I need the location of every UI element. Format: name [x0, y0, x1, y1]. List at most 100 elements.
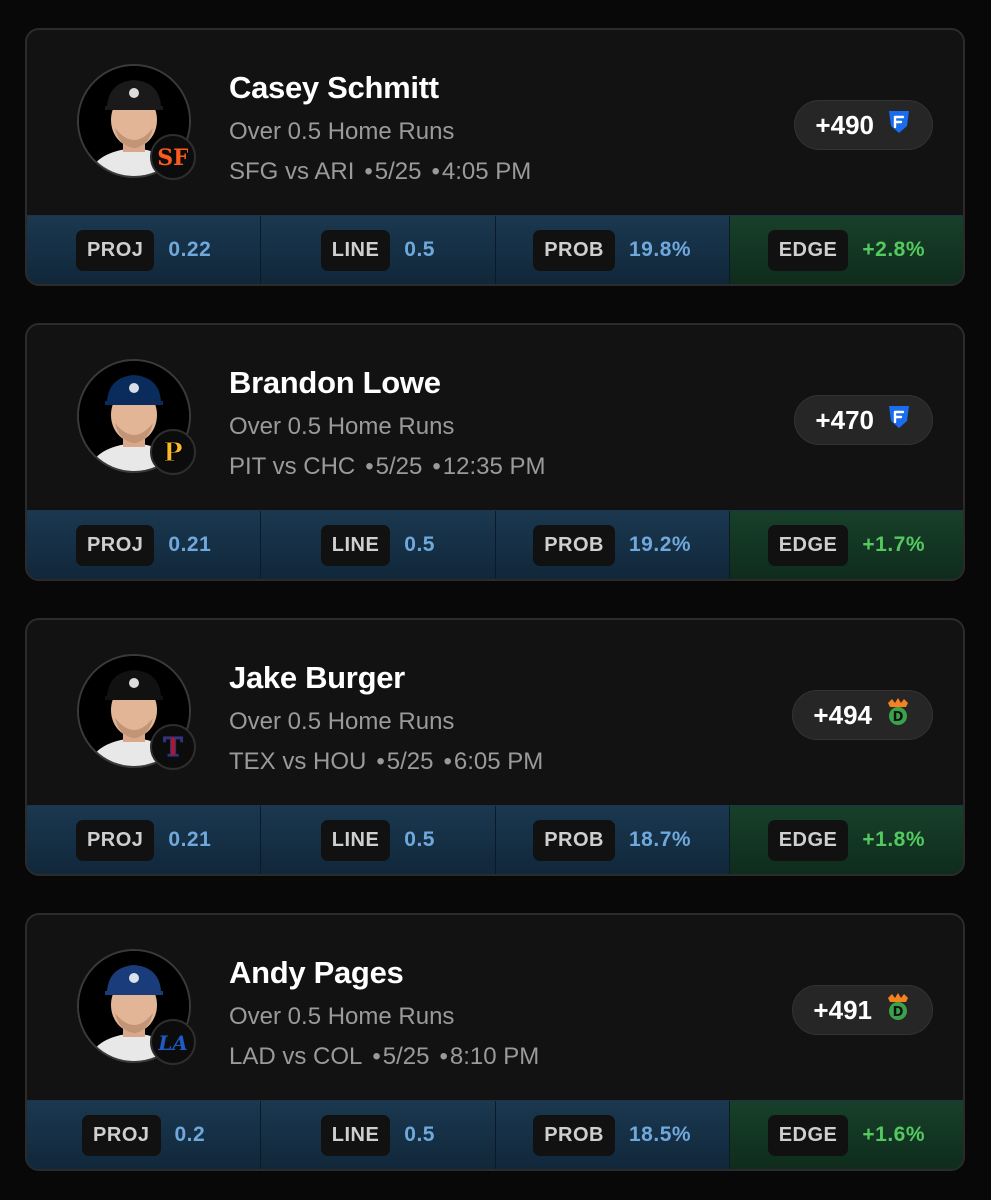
separator-dot: • [432, 453, 441, 480]
svg-text:LA: LA [158, 1031, 188, 1055]
stats-bar: PROJ 0.22 LINE 0.5 PROB 19.8% EDGE +2.8% [27, 215, 963, 284]
separator-dot: • [439, 1043, 448, 1070]
game-date: 5/25 [382, 1043, 430, 1070]
player-name[interactable]: Andy Pages [229, 955, 404, 991]
stat-prob: PROB 18.5% [495, 1101, 730, 1169]
stat-line: LINE 0.5 [261, 216, 496, 284]
matchup: PIT vs CHC [229, 453, 356, 480]
stats-bar: PROJ 0.21 LINE 0.5 PROB 18.7% EDGE +1.8% [27, 805, 963, 874]
svg-text:P: P [163, 438, 183, 467]
game-info: LAD vs COL •5/25 •8:10 PM [229, 1043, 539, 1071]
stat-line: LINE 0.5 [261, 1101, 496, 1169]
game-date: 5/25 [386, 748, 434, 775]
game-date: 5/25 [374, 158, 422, 185]
stat-label: PROB [533, 819, 615, 861]
matchup: SFG vs ARI [229, 158, 355, 185]
stat-value: 0.5 [404, 828, 435, 851]
game-info: PIT vs CHC •5/25 •12:35 PM [229, 453, 546, 481]
stat-prob: PROB 18.7% [495, 806, 730, 874]
stat-label: EDGE [767, 524, 849, 566]
stat-edge: EDGE +1.8% [729, 806, 963, 874]
stat-value: +2.8% [862, 238, 926, 261]
separator-dot: • [376, 748, 385, 775]
matchup: TEX vs HOU [229, 748, 367, 775]
rangers-logo-icon: T [150, 724, 196, 770]
game-info: SFG vs ARI •5/25 •4:05 PM [229, 158, 531, 186]
stat-value: 0.5 [404, 1123, 435, 1146]
stat-edge: EDGE +1.7% [729, 511, 963, 579]
odds-value: +494 [813, 699, 872, 730]
player-name[interactable]: Casey Schmitt [229, 70, 439, 106]
game-time: 4:05 PM [441, 158, 532, 185]
prop-card-list: SF Casey Schmitt Over 0.5 Home Runs SFG vs … [0, 0, 991, 1200]
game-time: 8:10 PM [449, 1043, 540, 1070]
stat-value: 18.5% [629, 1123, 692, 1146]
game-time: 12:35 PM [442, 453, 546, 480]
fanduel-icon [886, 108, 912, 143]
stat-label: PROB [533, 1114, 615, 1156]
stat-value: 0.5 [404, 533, 435, 556]
player-name[interactable]: Jake Burger [229, 660, 405, 696]
odds-button[interactable]: +490 [794, 100, 933, 150]
stat-edge: EDGE +1.6% [729, 1101, 963, 1169]
game-time: 6:05 PM [453, 748, 544, 775]
draftkings-icon: D [884, 992, 912, 1029]
stat-proj: PROJ 0.21 [27, 806, 262, 874]
stat-label: PROJ [75, 819, 155, 861]
stat-line: LINE 0.5 [261, 806, 496, 874]
stat-label: LINE [320, 229, 391, 271]
separator-dot: • [372, 1043, 381, 1070]
market-label: Over 0.5 Home Runs [229, 118, 455, 145]
stat-label: PROJ [75, 524, 155, 566]
market-label: Over 0.5 Home Runs [229, 1003, 455, 1030]
stat-label: LINE [320, 1114, 391, 1156]
svg-text:T: T [163, 733, 183, 762]
svg-text:SF: SF [158, 145, 188, 171]
odds-value: +470 [815, 404, 874, 435]
stat-value: +1.7% [862, 533, 926, 556]
odds-button[interactable]: +491 D [792, 985, 933, 1035]
stat-proj: PROJ 0.21 [27, 511, 262, 579]
stat-prob: PROB 19.2% [495, 511, 730, 579]
stat-label: LINE [320, 819, 391, 861]
separator-dot: • [365, 453, 374, 480]
giants-logo-icon: SF [150, 134, 196, 180]
stat-proj: PROJ 0.22 [27, 216, 262, 284]
dodgers-logo-icon: LA [150, 1019, 196, 1065]
prop-card[interactable]: LA Andy Pages Over 0.5 Home Runs LAD vs COL… [25, 913, 965, 1171]
stats-bar: PROJ 0.2 LINE 0.5 PROB 18.5% EDGE +1.6% [27, 1100, 963, 1169]
game-date: 5/25 [375, 453, 423, 480]
separator-dot: • [364, 158, 373, 185]
odds-button[interactable]: +470 [794, 395, 933, 445]
odds-button[interactable]: +494 D [792, 690, 933, 740]
stat-value: +1.6% [862, 1123, 926, 1146]
stat-label: EDGE [767, 1114, 849, 1156]
prop-card[interactable]: T Jake Burger Over 0.5 Home Runs TEX vs HOU… [25, 618, 965, 876]
player-name[interactable]: Brandon Lowe [229, 365, 441, 401]
stat-value: 0.22 [168, 238, 212, 261]
prop-card[interactable]: P Brandon Lowe Over 0.5 Home Runs PIT vs CH… [25, 323, 965, 581]
stat-value: 19.2% [629, 533, 692, 556]
svg-text:D: D [893, 1005, 904, 1020]
stat-label: PROJ [82, 1114, 161, 1156]
prop-card[interactable]: SF Casey Schmitt Over 0.5 Home Runs SFG vs … [25, 28, 965, 286]
stat-value: 18.7% [629, 828, 692, 851]
stat-value: 19.8% [629, 238, 692, 261]
fanduel-icon [886, 403, 912, 438]
stat-proj: PROJ 0.2 [27, 1101, 262, 1169]
stat-value: 0.21 [168, 533, 212, 556]
stat-edge: EDGE +2.8% [729, 216, 963, 284]
stat-label: PROB [533, 524, 615, 566]
stat-label: LINE [320, 524, 391, 566]
stat-line: LINE 0.5 [261, 511, 496, 579]
stat-label: PROB [533, 229, 615, 271]
game-info: TEX vs HOU •5/25 •6:05 PM [229, 748, 543, 776]
stat-label: EDGE [767, 819, 849, 861]
stat-label: PROJ [75, 229, 155, 271]
stat-value: +1.8% [862, 828, 926, 851]
market-label: Over 0.5 Home Runs [229, 708, 455, 735]
stat-value: 0.5 [404, 238, 435, 261]
draftkings-icon: D [884, 697, 912, 734]
market-label: Over 0.5 Home Runs [229, 413, 455, 440]
matchup: LAD vs COL [229, 1043, 363, 1070]
